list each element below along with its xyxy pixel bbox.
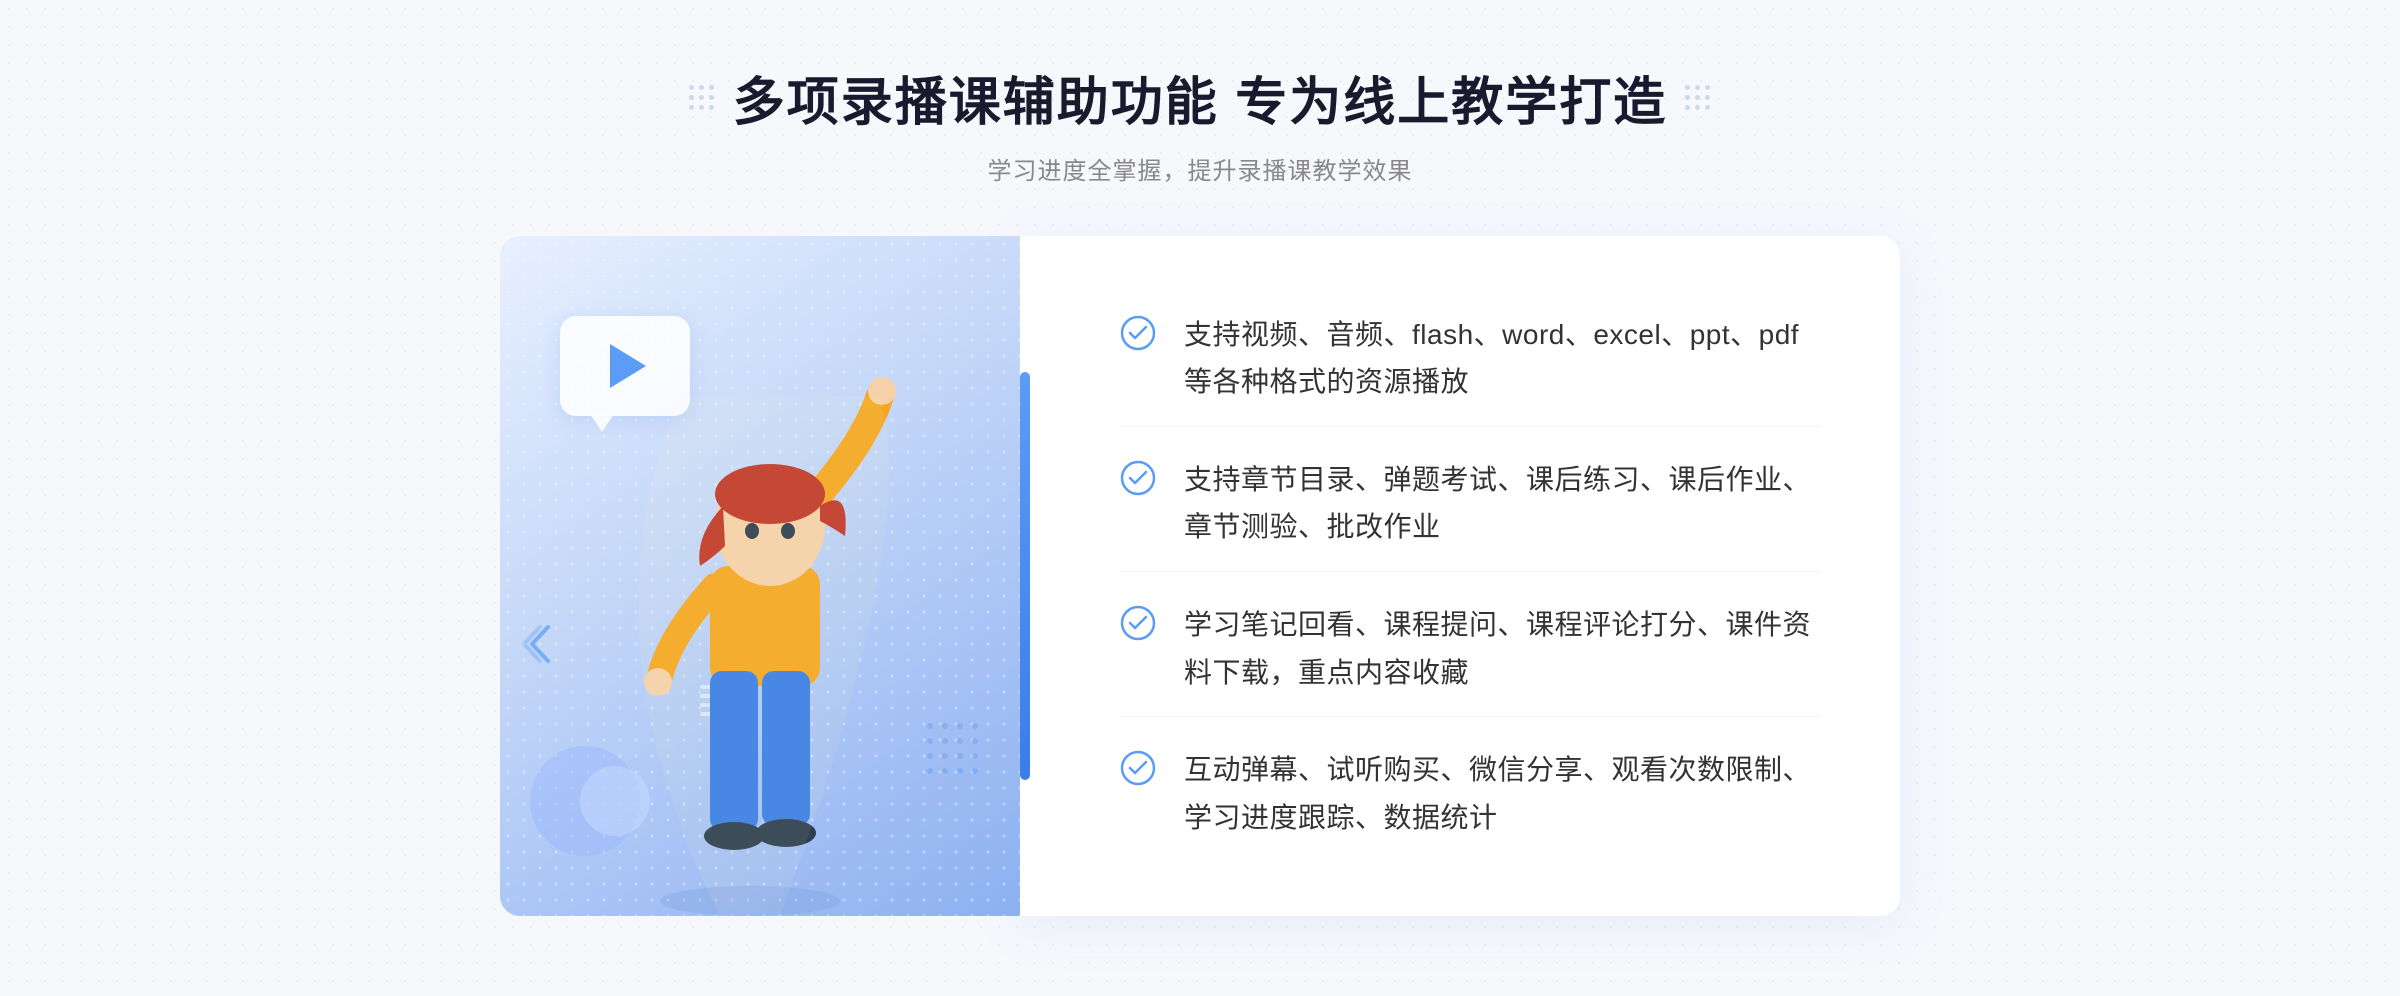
illustration-panel bbox=[500, 236, 1020, 916]
accent-bar bbox=[1020, 372, 1030, 780]
feature-item-3: 学习笔记回看、课程提问、课程评论打分、课件资料下载，重点内容收藏 bbox=[1120, 581, 1820, 717]
left-decorative-dots bbox=[689, 85, 715, 111]
check-circle-icon-2 bbox=[1120, 460, 1156, 496]
feature-item-4: 互动弹幕、试听购买、微信分享、观看次数限制、学习进度跟踪、数据统计 bbox=[1120, 726, 1820, 861]
illustration-figure bbox=[580, 336, 940, 916]
feature-item-1: 支持视频、音频、flash、word、excel、ppt、pdf等各种格式的资源… bbox=[1120, 291, 1820, 427]
feature-text-1: 支持视频、音频、flash、word、excel、ppt、pdf等各种格式的资源… bbox=[1184, 311, 1820, 406]
check-circle-icon-3 bbox=[1120, 605, 1156, 641]
header-title-row: 多项录播课辅助功能 专为线上教学打造 bbox=[689, 60, 1711, 135]
page-container: 多项录播课辅助功能 专为线上教学打造 学习进度全掌握，提升录播课教学效果 bbox=[0, 0, 2400, 996]
feature-text-4: 互动弹幕、试听购买、微信分享、观看次数限制、学习进度跟踪、数据统计 bbox=[1184, 746, 1820, 841]
page-subtitle: 学习进度全掌握，提升录播课教学效果 bbox=[689, 151, 1711, 186]
feature-item-2: 支持章节目录、弹题考试、课后练习、课后作业、章节测验、批改作业 bbox=[1120, 436, 1820, 572]
header-section: 多项录播课辅助功能 专为线上教学打造 学习进度全掌握，提升录播课教学效果 bbox=[689, 60, 1711, 186]
right-decorative-dots bbox=[1685, 85, 1711, 111]
check-circle-icon-4 bbox=[1120, 750, 1156, 786]
feature-text-3: 学习笔记回看、课程提问、课程评论打分、课件资料下载，重点内容收藏 bbox=[1184, 601, 1820, 696]
check-circle-icon-1 bbox=[1120, 315, 1156, 351]
page-title: 多项录播课辅助功能 专为线上教学打造 bbox=[733, 60, 1667, 135]
content-area: 支持视频、音频、flash、word、excel、ppt、pdf等各种格式的资源… bbox=[500, 236, 1900, 916]
features-panel: 支持视频、音频、flash、word、excel、ppt、pdf等各种格式的资源… bbox=[1020, 236, 1900, 916]
feature-text-2: 支持章节目录、弹题考试、课后练习、课后作业、章节测验、批改作业 bbox=[1184, 456, 1820, 551]
chevron-left-icon bbox=[518, 619, 558, 676]
